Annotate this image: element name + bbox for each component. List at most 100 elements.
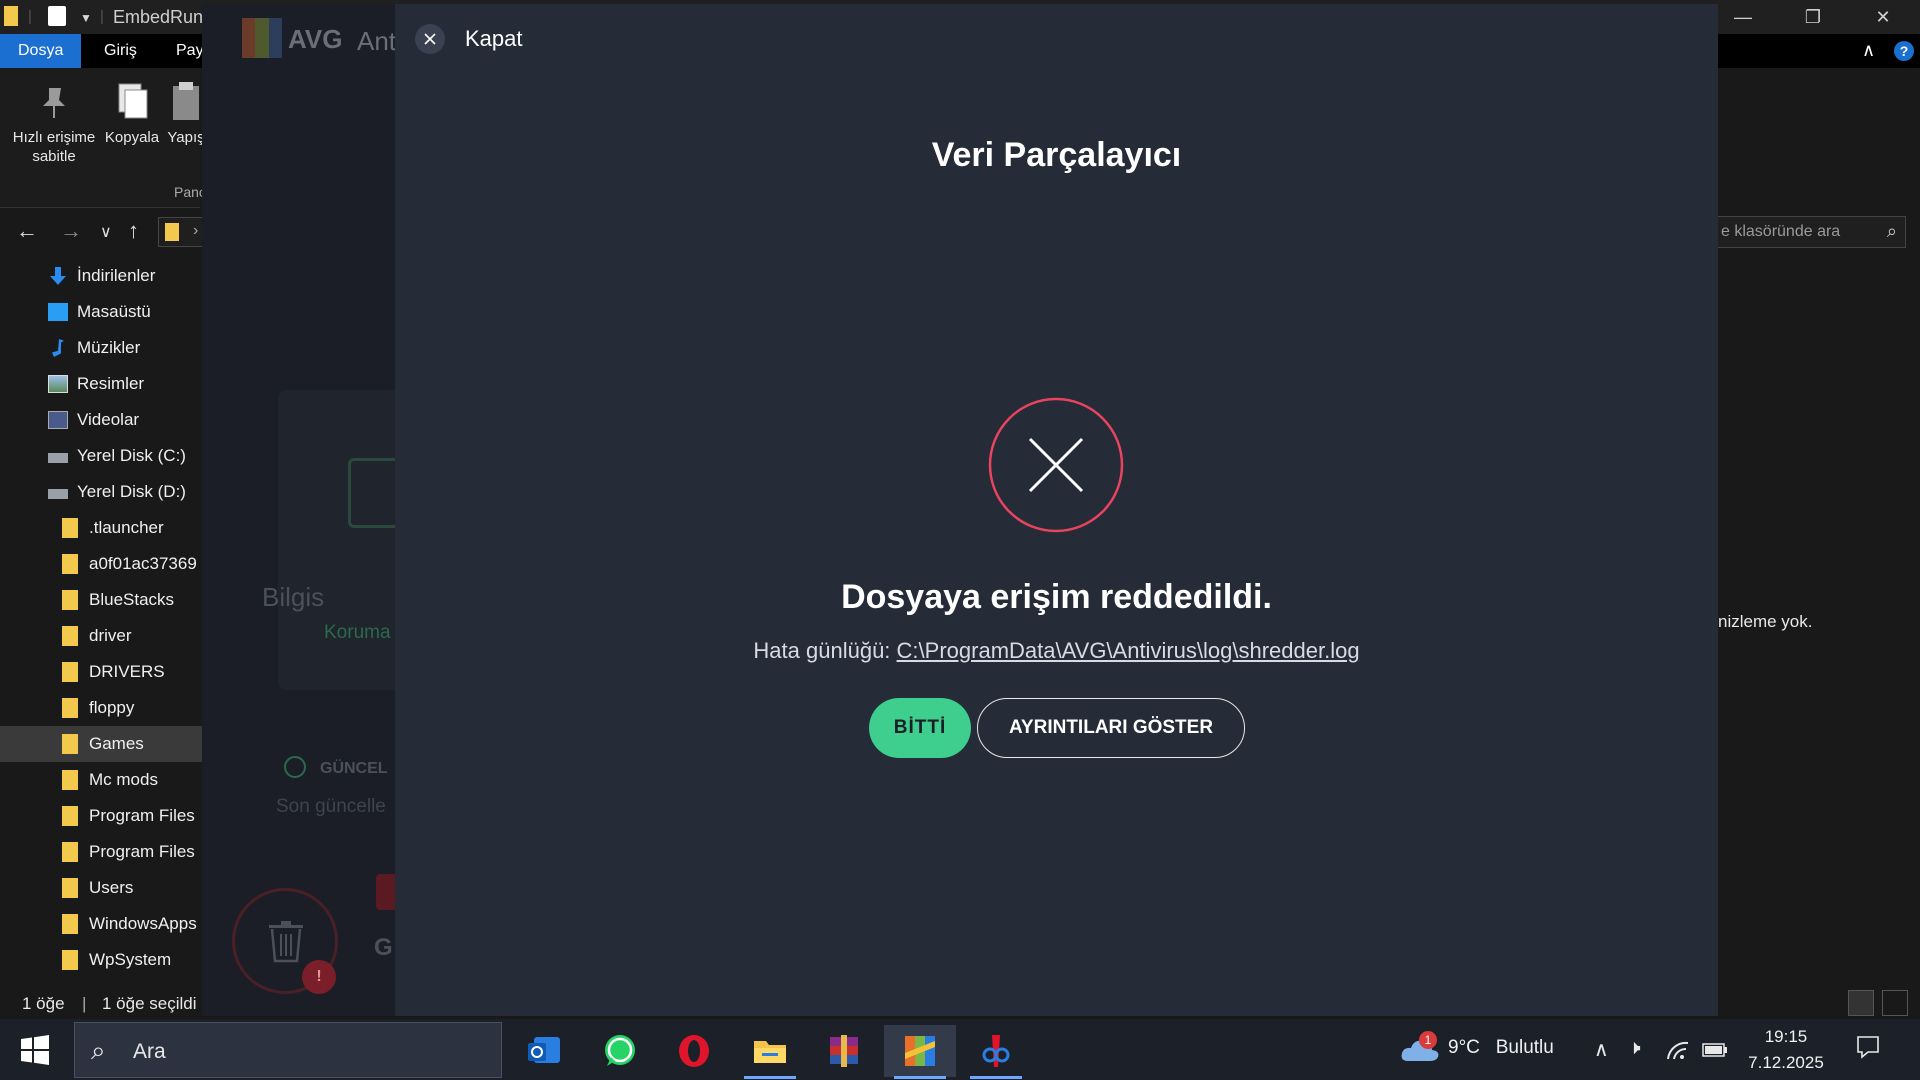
shredder-label: G bbox=[374, 934, 393, 961]
windows-start-icon[interactable] bbox=[20, 1035, 50, 1065]
navigation-tree: İndirilenler Masaüstü Müzikler Resimler Vide… bbox=[0, 258, 204, 978]
clock-date[interactable]: 7.12.2025 bbox=[1746, 1053, 1826, 1073]
tree-item[interactable]: Users bbox=[0, 870, 204, 906]
search-box[interactable]: e klasöründe ara ⌕ bbox=[1714, 216, 1906, 248]
weather-condition: Bulutlu bbox=[1495, 1037, 1554, 1058]
snipping-tool-app-icon[interactable] bbox=[960, 1025, 1032, 1079]
error-x-icon bbox=[988, 397, 1124, 533]
notification-center-icon[interactable] bbox=[1856, 1035, 1880, 1059]
tree-item-label: floppy bbox=[89, 698, 135, 717]
address-bar[interactable]: › bbox=[158, 217, 208, 247]
details-view-button[interactable] bbox=[1848, 990, 1874, 1016]
tree-item[interactable]: Videolar bbox=[0, 402, 204, 438]
error-log-label: Hata günlüğü: bbox=[753, 638, 891, 663]
tree-item[interactable]: Müzikler bbox=[0, 330, 204, 366]
large-icons-view-button[interactable] bbox=[1882, 990, 1908, 1016]
wifi-icon[interactable] bbox=[1666, 1039, 1690, 1061]
tree-item[interactable]: Yerel Disk (D:) bbox=[0, 474, 204, 510]
tree-item[interactable]: floppy bbox=[0, 690, 204, 726]
file-explorer-app-icon[interactable] bbox=[734, 1025, 806, 1079]
minimize-button[interactable]: — bbox=[1708, 0, 1778, 34]
close-button[interactable] bbox=[415, 24, 445, 54]
dialog-title: Veri Parçalayıcı bbox=[931, 136, 1182, 174]
folder-icon bbox=[62, 626, 78, 646]
tree-item[interactable]: DRIVERS bbox=[0, 654, 204, 690]
drive-icon bbox=[48, 489, 68, 499]
properties-icon[interactable] bbox=[48, 6, 66, 26]
tree-item-label: Users bbox=[89, 878, 134, 897]
tree-item[interactable]: WpSystem bbox=[0, 942, 204, 978]
opera-app-icon[interactable] bbox=[658, 1025, 730, 1077]
quick-access-dropdown-icon[interactable]: ▼ bbox=[80, 11, 92, 25]
taskbar: ⌕ Ara 1 9°C Bulutlu ∧ 🕨 19:15 7.12.2025 bbox=[0, 1019, 1920, 1080]
paste-button[interactable]: Yapış bbox=[166, 82, 206, 147]
tree-item-label: Müzikler bbox=[77, 338, 141, 357]
tree-item-label: a0f01ac37369 bbox=[89, 554, 197, 573]
clock-time[interactable]: 19:15 bbox=[1746, 1027, 1826, 1047]
outlook-icon bbox=[528, 1037, 560, 1063]
outlook-app-icon[interactable] bbox=[508, 1025, 580, 1077]
whatsapp-app-icon[interactable] bbox=[584, 1025, 656, 1077]
tree-item[interactable]: Program Files bbox=[0, 834, 204, 870]
tree-item[interactable]: .tlauncher bbox=[0, 510, 204, 546]
tab-file[interactable]: Dosya bbox=[0, 34, 82, 68]
avg-brand-suffix: Ant bbox=[357, 26, 397, 56]
tree-item[interactable]: BlueStacks bbox=[0, 582, 204, 618]
folder-icon bbox=[62, 734, 78, 754]
tree-item-label: WpSystem bbox=[89, 950, 172, 969]
separator: | bbox=[100, 8, 104, 25]
folder-icon bbox=[62, 806, 78, 826]
tree-item[interactable]: Program Files bbox=[0, 798, 204, 834]
volume-icon[interactable]: 🕨 bbox=[1628, 1037, 1641, 1060]
copy-button[interactable]: Kopyala bbox=[102, 82, 162, 147]
pin-quick-access-button[interactable]: Hızlı erişime sabitle bbox=[8, 82, 100, 166]
opera-icon bbox=[679, 1035, 709, 1067]
back-arrow-icon[interactable]: ← bbox=[16, 218, 38, 244]
tree-item[interactable]: Games bbox=[0, 726, 204, 762]
help-icon[interactable]: ? bbox=[1894, 41, 1914, 61]
tree-item-label: Yerel Disk (C:) bbox=[77, 446, 186, 465]
recent-dropdown-icon[interactable]: ∨ bbox=[100, 222, 112, 242]
folder-icon bbox=[62, 698, 78, 718]
tree-item[interactable]: Mc mods bbox=[0, 762, 204, 798]
close-window-button[interactable]: ✕ bbox=[1848, 0, 1918, 34]
tree-item-label: Mc mods bbox=[89, 770, 158, 789]
restore-button[interactable]: ❐ bbox=[1778, 0, 1848, 34]
forward-arrow-icon[interactable]: → bbox=[60, 218, 82, 244]
tree-item[interactable]: Yerel Disk (C:) bbox=[0, 438, 204, 474]
refresh-icon bbox=[284, 756, 306, 778]
snipping-icon bbox=[982, 1035, 1010, 1067]
preview-pane-text: nizleme yok. bbox=[1718, 612, 1813, 631]
tree-item[interactable]: driver bbox=[0, 618, 204, 654]
folder-icon bbox=[62, 914, 78, 934]
done-button[interactable]: BİTTİ bbox=[869, 698, 971, 758]
battery-icon[interactable] bbox=[1702, 1041, 1728, 1059]
separator: | bbox=[82, 994, 87, 1013]
winrar-icon bbox=[830, 1035, 858, 1067]
tree-item[interactable]: Masaüstü bbox=[0, 294, 204, 330]
avg-logo-icon bbox=[242, 18, 282, 58]
up-arrow-icon[interactable]: ↑ bbox=[128, 218, 139, 244]
tree-item[interactable]: WindowsApps bbox=[0, 906, 204, 942]
winrar-app-icon[interactable] bbox=[808, 1025, 880, 1077]
chevron-up-icon[interactable]: ∧ bbox=[1594, 1037, 1609, 1062]
tree-item-label: Program Files bbox=[89, 806, 195, 825]
video-icon bbox=[48, 411, 68, 429]
folder-icon bbox=[62, 878, 78, 898]
tab-home[interactable]: Giriş bbox=[86, 34, 155, 68]
taskbar-search[interactable]: ⌕ Ara bbox=[74, 1022, 502, 1078]
weather-widget[interactable]: 9°C Bulutlu bbox=[1448, 1037, 1554, 1059]
tree-item[interactable]: Resimler bbox=[0, 366, 204, 402]
tree-item[interactable]: a0f01ac37369 bbox=[0, 546, 204, 582]
tree-item-label: İndirilenler bbox=[77, 266, 156, 285]
paste-icon bbox=[173, 82, 199, 120]
tree-item-label: WindowsApps bbox=[89, 914, 197, 933]
close-label[interactable]: Kapat bbox=[465, 26, 523, 52]
collapse-ribbon-icon[interactable]: ∧ bbox=[1862, 40, 1875, 61]
search-icon: ⌕ bbox=[91, 1035, 106, 1065]
tree-item[interactable]: İndirilenler bbox=[0, 258, 204, 294]
avg-app-taskbar-icon[interactable] bbox=[884, 1025, 956, 1079]
tree-item-label: Resimler bbox=[77, 374, 145, 393]
show-details-button[interactable]: AYRINTILARI GÖSTER bbox=[977, 698, 1245, 758]
error-log-link[interactable]: C:\ProgramData\AVG\Antivirus\log\shredde… bbox=[897, 638, 1360, 663]
